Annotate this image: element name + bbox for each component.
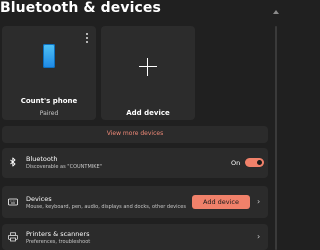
device-card-phone[interactable]: Count's phone Paired bbox=[2, 26, 96, 120]
printers-subtitle: Preferences, troubleshoot bbox=[26, 239, 91, 245]
more-options-icon[interactable] bbox=[85, 33, 89, 43]
add-device-button[interactable]: Add device bbox=[192, 195, 250, 209]
view-more-devices-link[interactable]: View more devices bbox=[2, 130, 268, 137]
keyboard-icon bbox=[8, 198, 18, 206]
page-title: Bluetooth & devices bbox=[0, 0, 161, 16]
printers-row[interactable]: Printers & scanners Preferences, trouble… bbox=[2, 224, 268, 250]
phone-icon bbox=[43, 44, 55, 68]
scrollbar[interactable] bbox=[275, 26, 277, 250]
bluetooth-icon bbox=[10, 157, 16, 167]
view-more-devices-row[interactable]: View more devices bbox=[2, 126, 268, 143]
chevron-right-icon[interactable]: › bbox=[257, 197, 260, 206]
add-device-card-label: Add device bbox=[126, 109, 170, 117]
printer-icon bbox=[8, 232, 18, 242]
plus-icon bbox=[139, 58, 157, 76]
devices-subtitle: Mouse, keyboard, pen, audio, displays an… bbox=[26, 204, 186, 210]
bluetooth-toggle[interactable] bbox=[245, 158, 264, 167]
device-name: Count's phone bbox=[20, 97, 78, 105]
bluetooth-toggle-label: On bbox=[231, 159, 241, 167]
chevron-right-icon[interactable]: › bbox=[257, 232, 260, 241]
device-status: Paired bbox=[39, 110, 59, 117]
bluetooth-title: Bluetooth bbox=[26, 155, 58, 163]
printers-title: Printers & scanners bbox=[26, 230, 90, 238]
scroll-up-arrow-icon[interactable] bbox=[273, 10, 279, 14]
bluetooth-subtitle: Discoverable as "COUNTMIKE" bbox=[26, 164, 103, 170]
add-device-card[interactable]: Add device bbox=[101, 26, 195, 120]
devices-title: Devices bbox=[26, 195, 52, 203]
devices-row[interactable]: Devices Mouse, keyboard, pen, audio, dis… bbox=[2, 186, 268, 218]
toggle-knob bbox=[257, 160, 262, 165]
bluetooth-row: Bluetooth Discoverable as "COUNTMIKE" On bbox=[2, 148, 268, 178]
